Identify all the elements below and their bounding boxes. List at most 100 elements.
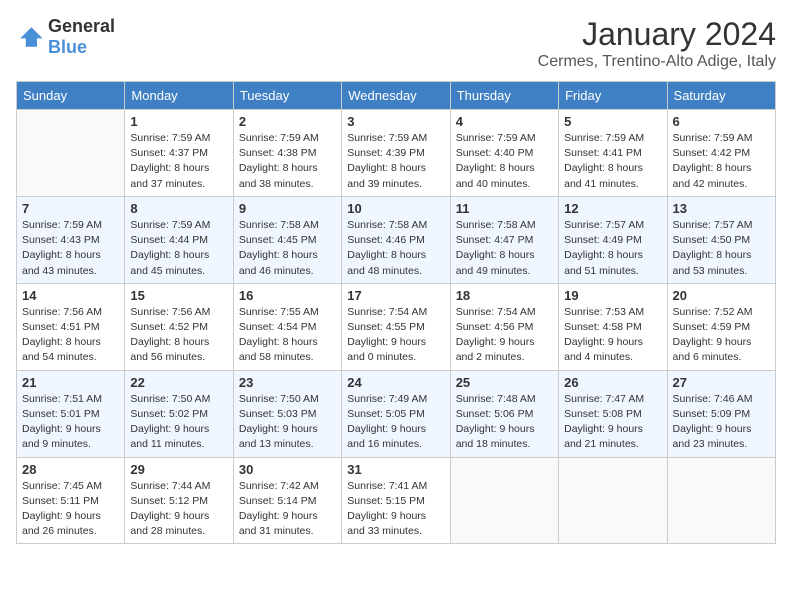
day-info: Sunrise: 7:57 AM Sunset: 4:49 PM Dayligh… (564, 218, 661, 279)
calendar-cell: 11 Sunrise: 7:58 AM Sunset: 4:47 PM Dayli… (450, 196, 558, 283)
day-number: 23 (239, 375, 336, 390)
day-info: Sunrise: 7:58 AM Sunset: 4:45 PM Dayligh… (239, 218, 336, 279)
day-info: Sunrise: 7:42 AM Sunset: 5:14 PM Dayligh… (239, 479, 336, 540)
day-info: Sunrise: 7:47 AM Sunset: 5:08 PM Dayligh… (564, 392, 661, 453)
day-number: 14 (22, 288, 119, 303)
calendar-cell: 13 Sunrise: 7:57 AM Sunset: 4:50 PM Dayli… (667, 196, 775, 283)
calendar-week-row: 1 Sunrise: 7:59 AM Sunset: 4:37 PM Daylig… (17, 110, 776, 197)
day-info: Sunrise: 7:58 AM Sunset: 4:46 PM Dayligh… (347, 218, 444, 279)
day-info: Sunrise: 7:51 AM Sunset: 5:01 PM Dayligh… (22, 392, 119, 453)
day-number: 19 (564, 288, 661, 303)
calendar-week-row: 28Sunrise: 7:45 AM Sunset: 5:11 PM Dayli… (17, 457, 776, 544)
day-info: Sunrise: 7:54 AM Sunset: 4:56 PM Dayligh… (456, 305, 553, 366)
calendar-cell: 19 Sunrise: 7:53 AM Sunset: 4:58 PM Dayli… (559, 283, 667, 370)
calendar-week-row: 14 Sunrise: 7:56 AM Sunset: 4:51 PM Dayli… (17, 283, 776, 370)
calendar-cell: 24Sunrise: 7:49 AM Sunset: 5:05 PM Dayli… (342, 370, 450, 457)
calendar-cell (17, 110, 125, 197)
day-number: 8 (130, 201, 227, 216)
calendar-cell: 29 Sunrise: 7:44 AM Sunset: 5:12 PM Dayli… (125, 457, 233, 544)
header-wednesday: Wednesday (342, 82, 450, 110)
day-number: 24 (347, 375, 444, 390)
calendar-cell: 28Sunrise: 7:45 AM Sunset: 5:11 PM Dayli… (17, 457, 125, 544)
calendar-cell: 5Sunrise: 7:59 AM Sunset: 4:41 PM Daylig… (559, 110, 667, 197)
calendar-cell: 27 Sunrise: 7:46 AM Sunset: 5:09 PM Dayli… (667, 370, 775, 457)
calendar-cell (450, 457, 558, 544)
day-info: Sunrise: 7:56 AM Sunset: 4:52 PM Dayligh… (130, 305, 227, 366)
day-info: Sunrise: 7:53 AM Sunset: 4:58 PM Dayligh… (564, 305, 661, 366)
calendar-cell: 21 Sunrise: 7:51 AM Sunset: 5:01 PM Dayli… (17, 370, 125, 457)
day-info: Sunrise: 7:44 AM Sunset: 5:12 PM Dayligh… (130, 479, 227, 540)
day-number: 22 (130, 375, 227, 390)
day-info: Sunrise: 7:46 AM Sunset: 5:09 PM Dayligh… (673, 392, 770, 453)
header-monday: Monday (125, 82, 233, 110)
day-number: 31 (347, 462, 444, 477)
calendar-cell: 7Sunrise: 7:59 AM Sunset: 4:43 PM Daylig… (17, 196, 125, 283)
calendar-cell: 30 Sunrise: 7:42 AM Sunset: 5:14 PM Dayli… (233, 457, 341, 544)
calendar-week-row: 21 Sunrise: 7:51 AM Sunset: 5:01 PM Dayli… (17, 370, 776, 457)
calendar-cell (559, 457, 667, 544)
page-header: General Blue January 2024 Cermes, Trenti… (16, 16, 776, 71)
day-info: Sunrise: 7:57 AM Sunset: 4:50 PM Dayligh… (673, 218, 770, 279)
day-number: 13 (673, 201, 770, 216)
day-info: Sunrise: 7:52 AM Sunset: 4:59 PM Dayligh… (673, 305, 770, 366)
calendar-cell: 6 Sunrise: 7:59 AM Sunset: 4:42 PM Daylig… (667, 110, 775, 197)
logo-text: General Blue (48, 16, 115, 58)
day-number: 30 (239, 462, 336, 477)
calendar-header-row: SundayMondayTuesdayWednesdayThursdayFrid… (17, 82, 776, 110)
calendar-cell: 20 Sunrise: 7:52 AM Sunset: 4:59 PM Dayli… (667, 283, 775, 370)
day-number: 9 (239, 201, 336, 216)
day-number: 17 (347, 288, 444, 303)
day-number: 11 (456, 201, 553, 216)
header-friday: Friday (559, 82, 667, 110)
day-number: 12 (564, 201, 661, 216)
day-info: Sunrise: 7:59 AM Sunset: 4:37 PM Dayligh… (130, 131, 227, 192)
logo-icon (16, 23, 44, 51)
logo-blue: Blue (48, 37, 87, 57)
day-info: Sunrise: 7:50 AM Sunset: 5:02 PM Dayligh… (130, 392, 227, 453)
calendar-cell: 9 Sunrise: 7:58 AM Sunset: 4:45 PM Daylig… (233, 196, 341, 283)
logo-general: General (48, 16, 115, 36)
day-info: Sunrise: 7:59 AM Sunset: 4:38 PM Dayligh… (239, 131, 336, 192)
header-sunday: Sunday (17, 82, 125, 110)
day-number: 6 (673, 114, 770, 129)
title-area: January 2024 Cermes, Trentino-Alto Adige… (538, 16, 776, 71)
calendar-cell: 15Sunrise: 7:56 AM Sunset: 4:52 PM Dayli… (125, 283, 233, 370)
day-number: 7 (22, 201, 119, 216)
day-info: Sunrise: 7:59 AM Sunset: 4:41 PM Dayligh… (564, 131, 661, 192)
calendar-cell: 10Sunrise: 7:58 AM Sunset: 4:46 PM Dayli… (342, 196, 450, 283)
calendar-cell: 8 Sunrise: 7:59 AM Sunset: 4:44 PM Daylig… (125, 196, 233, 283)
calendar-cell: 25 Sunrise: 7:48 AM Sunset: 5:06 PM Dayli… (450, 370, 558, 457)
calendar-cell: 23 Sunrise: 7:50 AM Sunset: 5:03 PM Dayli… (233, 370, 341, 457)
day-number: 16 (239, 288, 336, 303)
logo: General Blue (16, 16, 115, 58)
month-title: January 2024 (538, 16, 776, 53)
day-number: 18 (456, 288, 553, 303)
calendar-cell: 22 Sunrise: 7:50 AM Sunset: 5:02 PM Dayli… (125, 370, 233, 457)
day-number: 1 (130, 114, 227, 129)
day-number: 25 (456, 375, 553, 390)
day-info: Sunrise: 7:59 AM Sunset: 4:42 PM Dayligh… (673, 131, 770, 192)
day-number: 21 (22, 375, 119, 390)
day-info: Sunrise: 7:41 AM Sunset: 5:15 PM Dayligh… (347, 479, 444, 540)
day-number: 2 (239, 114, 336, 129)
calendar-cell: 31 Sunrise: 7:41 AM Sunset: 5:15 PM Dayli… (342, 457, 450, 544)
day-info: Sunrise: 7:55 AM Sunset: 4:54 PM Dayligh… (239, 305, 336, 366)
calendar-cell: 3Sunrise: 7:59 AM Sunset: 4:39 PM Daylig… (342, 110, 450, 197)
day-number: 29 (130, 462, 227, 477)
day-info: Sunrise: 7:48 AM Sunset: 5:06 PM Dayligh… (456, 392, 553, 453)
calendar-cell: 26 Sunrise: 7:47 AM Sunset: 5:08 PM Dayli… (559, 370, 667, 457)
calendar-cell: 2 Sunrise: 7:59 AM Sunset: 4:38 PM Daylig… (233, 110, 341, 197)
calendar-cell (667, 457, 775, 544)
calendar-cell: 17Sunrise: 7:54 AM Sunset: 4:55 PM Dayli… (342, 283, 450, 370)
day-number: 26 (564, 375, 661, 390)
day-number: 27 (673, 375, 770, 390)
location-title: Cermes, Trentino-Alto Adige, Italy (538, 53, 776, 71)
calendar-table: SundayMondayTuesdayWednesdayThursdayFrid… (16, 81, 776, 544)
day-info: Sunrise: 7:59 AM Sunset: 4:44 PM Dayligh… (130, 218, 227, 279)
calendar-cell: 18 Sunrise: 7:54 AM Sunset: 4:56 PM Dayli… (450, 283, 558, 370)
day-info: Sunrise: 7:50 AM Sunset: 5:03 PM Dayligh… (239, 392, 336, 453)
day-info: Sunrise: 7:58 AM Sunset: 4:47 PM Dayligh… (456, 218, 553, 279)
day-info: Sunrise: 7:56 AM Sunset: 4:51 PM Dayligh… (22, 305, 119, 366)
calendar-cell: 16 Sunrise: 7:55 AM Sunset: 4:54 PM Dayli… (233, 283, 341, 370)
day-number: 20 (673, 288, 770, 303)
